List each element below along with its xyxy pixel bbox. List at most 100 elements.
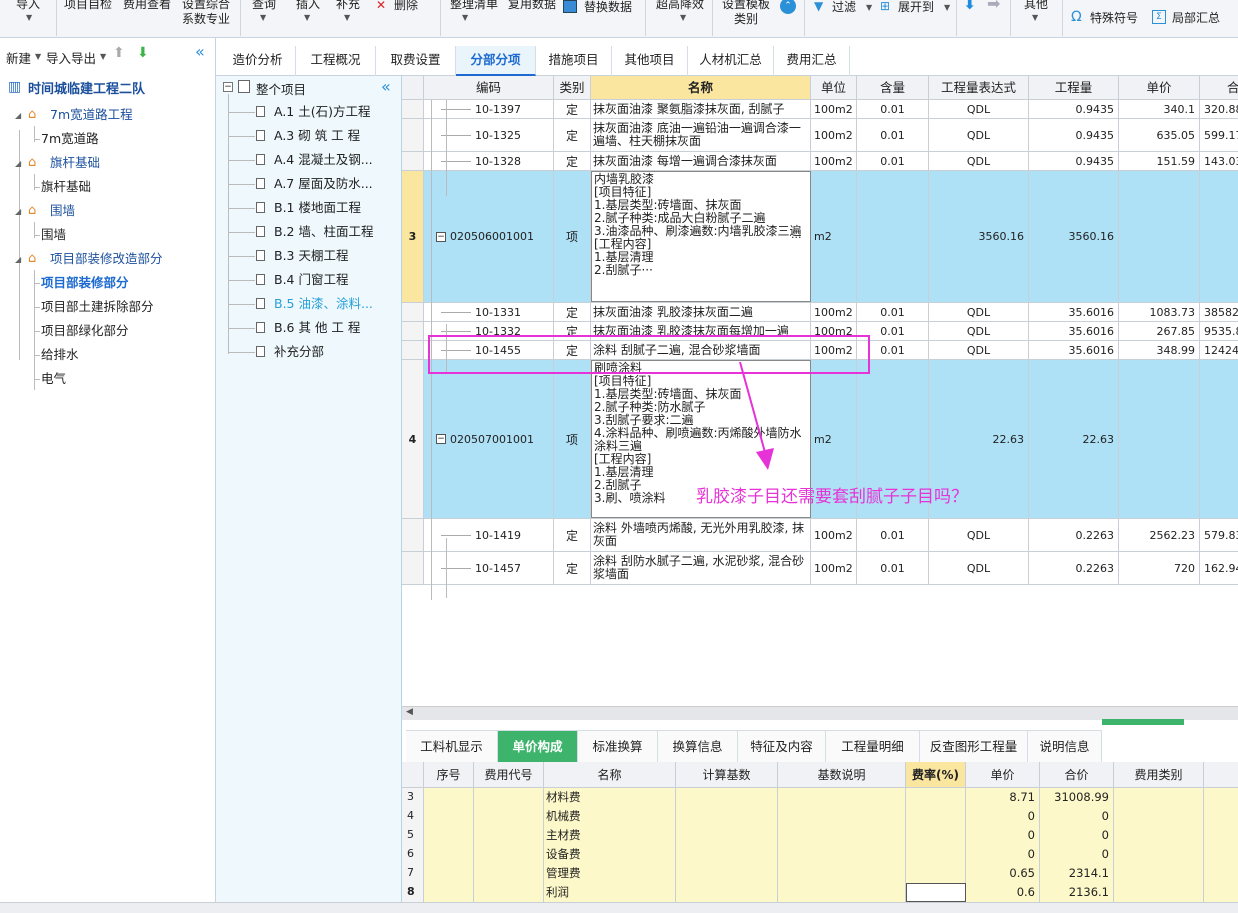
unit-cell[interactable]: 100m2 bbox=[811, 152, 857, 170]
total-cell[interactable]: 599.17 bbox=[1200, 119, 1238, 151]
bottom-row[interactable]: 8 利润 0.6 2136.1 bbox=[402, 883, 1238, 902]
supplement-dropdown-icon[interactable]: ▼ bbox=[344, 13, 350, 22]
delete-icon[interactable]: ✕ bbox=[376, 0, 386, 12]
import-export-dropdown-icon[interactable]: ▼ bbox=[100, 52, 106, 61]
project-title[interactable]: 时间城临建工程二队 bbox=[28, 78, 145, 97]
total-cell[interactable]: 2314.1 bbox=[1040, 864, 1114, 883]
section-item[interactable]: B.2 墙、柱面工程 bbox=[274, 220, 373, 244]
base-cell[interactable] bbox=[676, 845, 778, 864]
bottom-column-header[interactable]: 计算基数 bbox=[676, 762, 778, 788]
code-cell[interactable]: 10-1325 bbox=[424, 119, 554, 151]
name-cell[interactable]: 涂料 外墙喷丙烯酸, 无光外用乳胶漆, 抹灰面 bbox=[591, 519, 811, 551]
root-node[interactable]: 整个项目 bbox=[256, 79, 306, 98]
qty-cell[interactable]: 0.01 bbox=[857, 152, 929, 170]
section-item[interactable]: A.1 土(石)方工程 bbox=[274, 100, 371, 124]
other-button[interactable]: 其他 bbox=[1024, 0, 1048, 11]
new-button[interactable]: 新建 bbox=[6, 48, 31, 67]
qty-cell[interactable]: 0.01 bbox=[857, 303, 929, 321]
expand-icon[interactable]: ⊞ bbox=[880, 0, 890, 13]
rate-cell[interactable] bbox=[906, 788, 966, 807]
price-cell[interactable]: 0.6 bbox=[966, 883, 1040, 902]
bottom-tab-1[interactable]: 单价构成 bbox=[498, 730, 578, 762]
bottom-column-header[interactable]: 费用代号 bbox=[474, 762, 544, 788]
bottom-row[interactable]: 5 主材费 0 0 bbox=[402, 826, 1238, 845]
base-desc-cell[interactable] bbox=[778, 826, 906, 845]
code-cell[interactable]: 10-1419 bbox=[424, 519, 554, 551]
price-cell[interactable]: 0.65 bbox=[966, 864, 1040, 883]
other-dropdown-icon[interactable]: ▼ bbox=[1032, 13, 1038, 22]
seq-cell[interactable] bbox=[424, 883, 474, 902]
section-item[interactable]: A.4 混凝土及钢... bbox=[274, 148, 373, 172]
grid-row[interactable]: 10-1397 定抹灰面油漆 聚氨脂漆抹灰面, 刮腻子 100m2 0.01 QDL 0.… bbox=[402, 100, 1238, 119]
raise-dropdown-icon[interactable]: ▼ bbox=[680, 13, 686, 22]
code-cell[interactable]: −020506001001 bbox=[424, 171, 554, 302]
query-button[interactable]: 查询 bbox=[252, 0, 276, 11]
base-desc-cell[interactable] bbox=[778, 807, 906, 826]
expand-toggle-icon[interactable]: ◢ bbox=[15, 255, 21, 264]
section-item[interactable]: B.4 门窗工程 bbox=[274, 268, 348, 292]
bottom-tab-7[interactable]: 说明信息 bbox=[1028, 730, 1102, 762]
type-cell[interactable]: 定 bbox=[554, 519, 591, 551]
tree-item-unit[interactable]: 旗杆基础 bbox=[50, 152, 100, 174]
import-export-button[interactable]: 导入导出 bbox=[46, 48, 96, 67]
fee-type-cell[interactable] bbox=[1114, 864, 1204, 883]
fee-code-cell[interactable] bbox=[474, 883, 544, 902]
horizontal-scrollbar[interactable]: ◀ bbox=[402, 706, 1238, 725]
expr-cell[interactable]: QDL bbox=[929, 100, 1029, 118]
qty-cell[interactable]: 0.01 bbox=[857, 119, 929, 151]
price-cell[interactable]: 267.85 bbox=[1119, 322, 1200, 340]
rate-cell[interactable] bbox=[906, 807, 966, 826]
bottom-column-header[interactable]: 单价 bbox=[966, 762, 1040, 788]
price-cell[interactable] bbox=[1119, 171, 1200, 302]
tab-5[interactable]: 其他项目 bbox=[612, 46, 688, 76]
total-cell[interactable]: 320.88 bbox=[1200, 100, 1238, 118]
raise-button[interactable]: 超高降效 bbox=[656, 0, 704, 11]
base-cell[interactable] bbox=[676, 788, 778, 807]
name-cell[interactable]: 抹灰面油漆 每增一遍调合漆抹灰面 bbox=[591, 152, 811, 170]
column-header[interactable]: 单价 bbox=[1119, 76, 1200, 100]
amount-cell[interactable]: 0.9435 bbox=[1029, 119, 1119, 151]
expr-cell[interactable]: 3560.16 bbox=[929, 171, 1029, 302]
fee-view-button[interactable]: 费用查看 bbox=[123, 0, 171, 11]
bottom-column-header[interactable]: 合价 bbox=[1040, 762, 1114, 788]
set-template-button-line2[interactable]: 类别 bbox=[734, 12, 758, 26]
fee-code-cell[interactable] bbox=[474, 845, 544, 864]
move-down-arrow-icon[interactable]: ⬇ bbox=[963, 0, 976, 12]
base-desc-cell[interactable] bbox=[778, 864, 906, 883]
move-right-arrow-icon[interactable]: ➡ bbox=[987, 0, 1000, 12]
expr-cell[interactable]: QDL bbox=[929, 322, 1029, 340]
tab-1[interactable]: 工程概况 bbox=[296, 46, 376, 76]
expand-dropdown-icon[interactable]: ▼ bbox=[944, 3, 950, 12]
replace-data-button[interactable]: 替换数据 bbox=[584, 0, 632, 14]
name-cell[interactable]: 设备费 bbox=[544, 845, 676, 864]
bottom-tab-5[interactable]: 工程量明细 bbox=[826, 730, 920, 762]
section-item[interactable]: A.3 砌 筑 工 程 bbox=[274, 124, 360, 148]
code-cell[interactable]: 10-1331 bbox=[424, 303, 554, 321]
filter-button[interactable]: 过滤 bbox=[832, 0, 856, 14]
bottom-tab-2[interactable]: 标准换算 bbox=[578, 730, 658, 762]
bottom-row[interactable]: 6 设备费 0 0 bbox=[402, 845, 1238, 864]
name-cell[interactable]: 机械费 bbox=[544, 807, 676, 826]
section-item[interactable]: B.3 天棚工程 bbox=[274, 244, 348, 268]
unit-cell[interactable]: m2 bbox=[811, 171, 857, 302]
total-cell[interactable]: 38582.67 bbox=[1200, 303, 1238, 321]
seq-cell[interactable] bbox=[424, 826, 474, 845]
amount-cell[interactable]: 3560.16 bbox=[1029, 171, 1119, 302]
name-cell[interactable]: 利润 bbox=[544, 883, 676, 902]
import-button[interactable]: 导入 bbox=[16, 0, 40, 11]
price-cell[interactable]: 151.59 bbox=[1119, 152, 1200, 170]
price-cell[interactable]: 2562.23 bbox=[1119, 519, 1200, 551]
price-cell[interactable]: 1083.73 bbox=[1119, 303, 1200, 321]
price-cell[interactable]: 348.99 bbox=[1119, 341, 1200, 359]
price-cell[interactable] bbox=[1119, 360, 1200, 518]
more-icon[interactable]: ··· bbox=[791, 231, 802, 244]
rate-cell[interactable] bbox=[906, 826, 966, 845]
total-cell[interactable]: 0 bbox=[1040, 826, 1114, 845]
name-cell[interactable]: 材料费 bbox=[544, 788, 676, 807]
tab-3[interactable]: 分部分项 bbox=[456, 46, 536, 76]
collapse-mid-icon[interactable]: « bbox=[381, 77, 391, 96]
name-cell[interactable]: 涂料 刮防水腻子二遍, 水泥砂浆, 混合砂浆墙面 bbox=[591, 552, 811, 584]
base-cell[interactable] bbox=[676, 807, 778, 826]
partial-sum-button[interactable]: 局部汇总 bbox=[1172, 11, 1220, 25]
column-header[interactable]: 工程量表达式 bbox=[929, 76, 1029, 100]
